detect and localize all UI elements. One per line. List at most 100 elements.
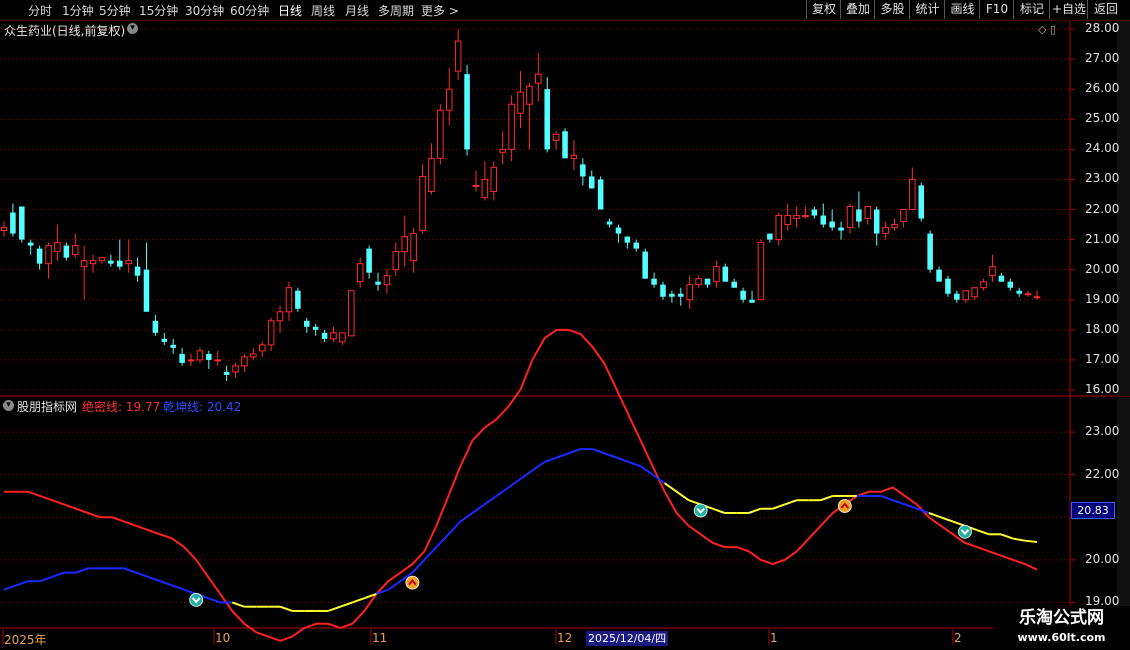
candle-body [170,344,176,348]
candle-body [588,176,595,189]
buy-signal-icon [837,499,852,513]
line-qianKun-segment [352,597,365,604]
candle-body [295,290,301,309]
line-qianKun-segment [676,490,690,502]
candle-body [793,215,800,220]
chart-options-icons[interactable]: ◇ ▯ [1038,23,1056,36]
candle-body [660,284,666,297]
candle-body [330,332,337,340]
line-qianKun-segment [556,452,569,459]
candle-body [490,166,498,192]
candle-body [517,91,524,114]
candle-body [312,326,319,330]
indicator-tick-label: 20.00 [1085,551,1120,566]
candle-body [187,359,195,362]
toolbar-button-2[interactable]: 多股 [874,0,910,19]
toolbar-button-7[interactable]: +自选 [1049,0,1088,19]
candle-body [356,263,364,283]
candle-body [508,103,515,150]
indicator-dropdown-icon[interactable]: ▾ [3,400,14,411]
candle-body [98,257,106,262]
line-qianKun-segment [123,567,137,574]
line-qianKun-segment [1012,537,1026,542]
period-tab-9[interactable]: 多周期 [378,2,414,19]
chart-canvas[interactable] [0,0,1130,650]
candle-body [19,206,25,240]
candle-body [695,278,702,286]
candle-body [802,215,809,218]
candle-body [392,251,400,271]
watermark-url: www.60lt.com [1017,631,1106,644]
toolbar-button-8[interactable]: 返回 [1087,0,1124,19]
toolbar-button-6[interactable]: 标记 [1013,0,1050,19]
period-tab-4[interactable]: 30分钟 [185,2,224,19]
candle-body [108,260,114,264]
line-qianKun-segment [483,495,498,506]
candle-body [419,175,426,232]
toolbar-button-1[interactable]: 叠加 [840,0,875,19]
candle-body [962,290,970,301]
candle-body [740,290,746,300]
candle-body [927,233,933,270]
candle-body [552,133,560,141]
candle-body [241,356,248,367]
time-tick-label: 12 [557,631,573,645]
toolbar-button-5[interactable]: F10 [979,0,1014,19]
line-qianKun-segment [159,580,173,587]
price-tick-label: 17.00 [1085,351,1120,366]
time-tick-label: 10 [215,631,231,645]
line-qianKun-segment [976,529,990,536]
candle-body [143,269,150,312]
candle-body [784,215,791,226]
line-qianKun-segment [75,567,89,574]
candle-body [615,227,622,234]
period-tab-1[interactable]: 1分钟 [62,2,94,19]
line-qianKun-segment [1024,539,1038,543]
line-qianKun-segment [592,448,605,455]
line-qianKun-segment [15,580,29,587]
candle-body [179,353,185,363]
stock-title-dropdown-icon[interactable]: ▾ [127,23,138,34]
candle-body [562,131,568,159]
watermark-name: 乐淘公式网 [1019,608,1104,628]
indicator-current-value: 20.83 [1071,502,1115,519]
candle-body [1024,293,1032,296]
period-tab-0[interactable]: 分时 [28,2,52,19]
line-qianKun-segment [387,580,401,591]
period-tab-8[interactable]: 月线 [345,2,369,19]
line-qianKun-segment [459,512,474,523]
period-tab-6[interactable]: 日线 [278,2,302,19]
candle-body [544,89,550,150]
period-tab-2[interactable]: 5分钟 [99,2,131,19]
candle-body [731,281,737,288]
toolbar-button-0[interactable]: 复权 [806,0,841,19]
line-qianKun-segment [820,495,834,502]
line-qianKun-segment [904,503,918,510]
candle-body [258,344,266,352]
candle-body [580,164,586,177]
sell-signal-icon [189,593,204,607]
candle-body [464,74,470,150]
candle-body [339,332,346,343]
candle-body [669,293,675,297]
toolbar-button-4[interactable]: 画线 [944,0,980,19]
candle-body [63,245,70,258]
period-tab-5[interactable]: 60分钟 [230,2,269,19]
line-qianKun-segment [327,605,341,612]
candle-body [936,269,942,282]
period-tab-10[interactable]: 更多 > [421,2,459,19]
line-qianKun-segment [519,469,534,480]
line-qianKun-segment [604,452,617,459]
right-side-panel[interactable] [1117,20,1130,630]
period-tab-7[interactable]: 周线 [311,2,335,19]
candle-body [838,227,844,231]
candle-body [196,350,204,361]
period-tab-3[interactable]: 15分钟 [139,2,178,19]
candle-body [71,245,79,256]
candle-body [535,73,542,84]
candle-body [304,320,310,327]
price-tick-label: 26.00 [1085,81,1120,96]
candle-body [526,85,533,105]
candle-body [606,221,613,225]
toolbar-button-3[interactable]: 统计 [909,0,945,19]
